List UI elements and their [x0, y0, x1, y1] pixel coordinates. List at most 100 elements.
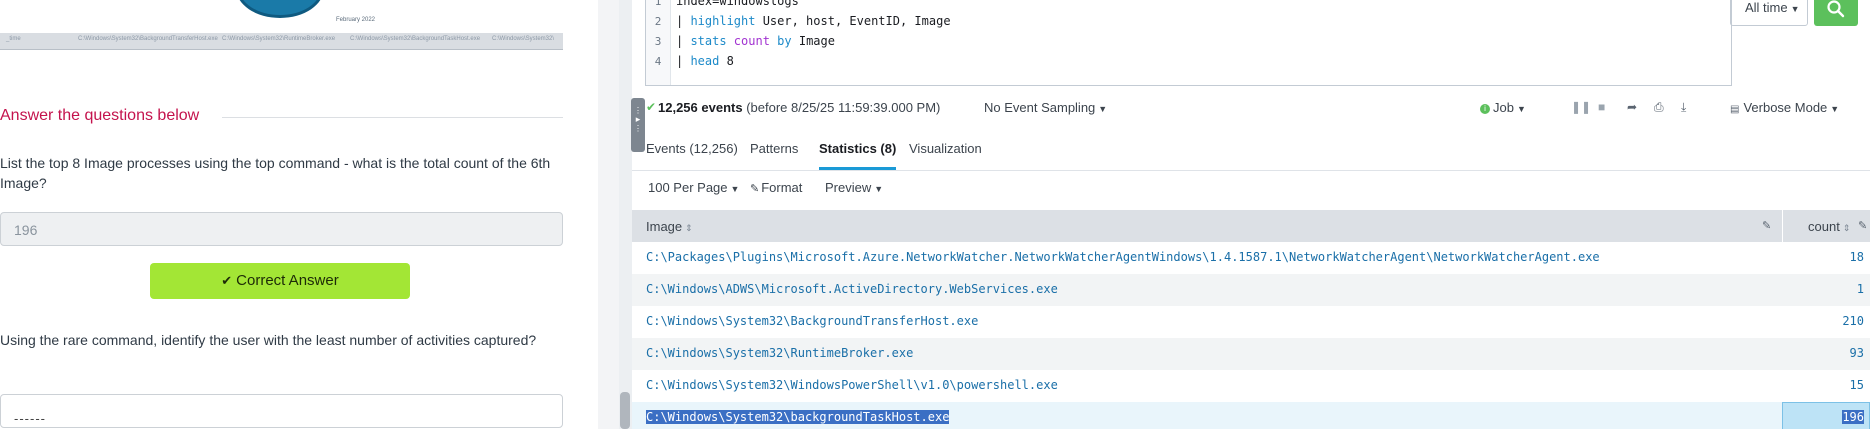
search-mode-dropdown[interactable]: ▤ Verbose Mode ▼ — [1730, 100, 1839, 115]
table-header: Image ⇕ ✎ count ⇕ ✎ — [632, 210, 1870, 242]
command-keyword: stats — [690, 34, 727, 48]
preview-dropdown[interactable]: Preview ▼ — [825, 180, 883, 195]
logo-circle — [236, 0, 324, 18]
share-icon[interactable]: ➦ — [1627, 100, 1637, 114]
answer-input[interactable]: 196 — [0, 212, 563, 246]
thumbnail-strip-text: C:\Windows\System32\ — [492, 36, 555, 42]
results-tabs: Events (12,256) Patterns Statistics (8) … — [632, 130, 1870, 171]
pencil-icon: ✎ — [750, 183, 760, 195]
event-range: (before 8/25/25 11:59:39.000 PM) — [746, 100, 941, 115]
mode-icon: ▤ — [1730, 104, 1740, 115]
command-keyword: highlight — [690, 14, 756, 28]
thumbnail-strip-text: C:\Windows\System32\BackgroundTaskHost.e… — [350, 36, 481, 42]
search-editor[interactable]: 1 index=windowslogs 2 | highlight User, ho… — [645, 0, 1732, 86]
drag-handle-icon[interactable]: ⋮ ▸ ⋮ — [631, 98, 645, 152]
pipe: | — [676, 54, 691, 68]
command-keyword: head — [690, 54, 720, 68]
pencil-icon[interactable]: ✎ — [1762, 219, 1771, 232]
stop-icon[interactable]: ■ — [1598, 100, 1605, 114]
thumbnail-strip-text: C:\Windows\System32\BackgroundTransferHo… — [78, 36, 218, 42]
task-panel: February 2022 _time C:\Windows\System32\… — [0, 0, 598, 429]
image-cell[interactable]: C:\Packages\Plugins\Microsoft.Azure.Netw… — [646, 250, 1600, 264]
correct-answer-button[interactable]: ✔ Correct Answer — [150, 263, 410, 299]
correct-answer-label: Correct Answer — [236, 272, 339, 289]
divider — [222, 117, 563, 118]
caret-down-icon: ▼ — [874, 184, 884, 194]
time-range-label: All time — [1745, 0, 1788, 15]
column-header-label: count — [1808, 219, 1840, 234]
scrollbar[interactable] — [619, 0, 632, 429]
column-divider — [1782, 210, 1783, 242]
thumbnail-strip-text: C:\Windows\System32\RuntimeBroker.exe — [222, 36, 336, 42]
panel-splitter[interactable]: ⋮ ▸ ⋮ — [598, 0, 645, 429]
image-cell[interactable]: C:\Windows\System32\RuntimeBroker.exe — [646, 346, 913, 360]
count-cell[interactable]: 93 — [1850, 346, 1864, 360]
scrollbar-thumb[interactable] — [620, 392, 630, 429]
image-cell[interactable]: C:\Windows\System32\backgroundTaskHost.e… — [646, 410, 950, 424]
tab-visualization[interactable]: Visualization — [909, 141, 982, 156]
answer-value: 196 — [14, 222, 38, 238]
code-line: 2 | highlight User, host, EventID, Image — [646, 11, 951, 31]
caret-down-icon: ▼ — [730, 184, 740, 194]
image-cell[interactable]: C:\Windows\ADWS\Microsoft.ActiveDirector… — [646, 282, 1058, 296]
code-line: 4 | head 8 — [646, 51, 734, 71]
table-toolbar: 100 Per Page ▼ ✎ Format Preview ▼ — [632, 176, 1870, 200]
table-row[interactable]: C:\Packages\Plugins\Microsoft.Azure.Netw… — [632, 242, 1870, 274]
code-text: index=windowslogs — [676, 0, 799, 8]
table-row[interactable]: C:\Windows\System32\RuntimeBroker.exe 93 — [632, 338, 1870, 370]
count-cell[interactable]: 196 — [1842, 410, 1864, 424]
caret-down-icon: ▼ — [1098, 104, 1108, 114]
code-args: User, host, EventID, Image — [755, 14, 951, 28]
image-cell[interactable]: C:\Windows\System32\WindowsPowerShell\v1… — [646, 378, 1058, 392]
search-button[interactable] — [1814, 0, 1858, 26]
sort-icon: ⇕ — [1842, 223, 1851, 233]
check-icon: ✔ — [646, 100, 657, 114]
code-args: 8 — [719, 54, 734, 68]
code-line: 1 index=windowslogs — [646, 0, 799, 11]
time-range-picker[interactable]: All time ▼ — [1730, 0, 1808, 26]
line-number: 4 — [654, 55, 662, 68]
column-header-count[interactable]: count ⇕ — [1808, 219, 1850, 234]
table-row[interactable]: C:\Windows\ADWS\Microsoft.ActiveDirector… — [632, 274, 1870, 306]
per-page-dropdown[interactable]: 100 Per Page ▼ — [648, 180, 739, 195]
print-icon[interactable]: ⎙ — [1654, 100, 1664, 115]
image-cell[interactable]: C:\Windows\System32\BackgroundTransferHo… — [646, 314, 978, 328]
count-cell[interactable]: 18 — [1850, 250, 1864, 264]
tab-events[interactable]: Events (12,256) — [646, 141, 738, 156]
pipe: | — [676, 34, 691, 48]
check-icon: ✔ — [221, 273, 233, 288]
code-args: Image — [791, 34, 835, 48]
answer-input[interactable]: ------ — [0, 394, 563, 428]
format-button[interactable]: ✎ Format — [750, 180, 802, 195]
thumbnail-strip-text: _time — [6, 36, 21, 42]
sort-icon: ⇕ — [685, 223, 693, 233]
tab-statistics[interactable]: Statistics (8) — [819, 141, 897, 170]
question-text: List the top 8 Image processes using the… — [0, 155, 551, 191]
caret-down-icon: ▼ — [1830, 104, 1840, 114]
splunk-search-panel: 1 index=windowslogs 2 | highlight User, ho… — [632, 0, 1870, 429]
count-cell[interactable]: 1 — [1857, 282, 1864, 296]
event-sampling-dropdown[interactable]: No Event Sampling ▼ — [984, 100, 1107, 115]
export-icon[interactable]: ⤓ — [1681, 100, 1686, 115]
pencil-icon[interactable]: ✎ — [1858, 219, 1867, 232]
column-header-image[interactable]: Image ⇕ — [646, 219, 693, 234]
event-count: 12,256 events — [658, 100, 743, 115]
pause-icon[interactable]: ❚❚ — [1571, 100, 1591, 114]
results-table: C:\Packages\Plugins\Microsoft.Azure.Netw… — [632, 242, 1870, 429]
pipe: | — [676, 14, 691, 28]
search-status-bar: ✔ 12,256 events (before 8/25/25 11:59:39… — [632, 97, 1870, 121]
thumbnail-strip: _time C:\Windows\System32\BackgroundTran… — [0, 33, 563, 49]
table-row[interactable]: C:\Windows\System32\WindowsPowerShell\v1… — [632, 370, 1870, 402]
line-number: 2 — [654, 15, 662, 28]
job-label: Job — [1493, 100, 1514, 115]
info-icon: i — [1480, 104, 1490, 114]
count-cell[interactable]: 210 — [1842, 314, 1864, 328]
table-row-selected[interactable]: C:\Windows\System32\backgroundTaskHost.e… — [632, 402, 1870, 429]
thumbnail-date: February 2022 — [336, 17, 376, 23]
column-header-label: Image — [646, 219, 683, 234]
per-page-label: 100 Per Page — [648, 180, 728, 195]
tab-patterns[interactable]: Patterns — [750, 141, 798, 156]
job-menu[interactable]: i Job ▼ — [1480, 100, 1526, 115]
table-row[interactable]: C:\Windows\System32\BackgroundTransferHo… — [632, 306, 1870, 338]
count-cell[interactable]: 15 — [1850, 378, 1864, 392]
